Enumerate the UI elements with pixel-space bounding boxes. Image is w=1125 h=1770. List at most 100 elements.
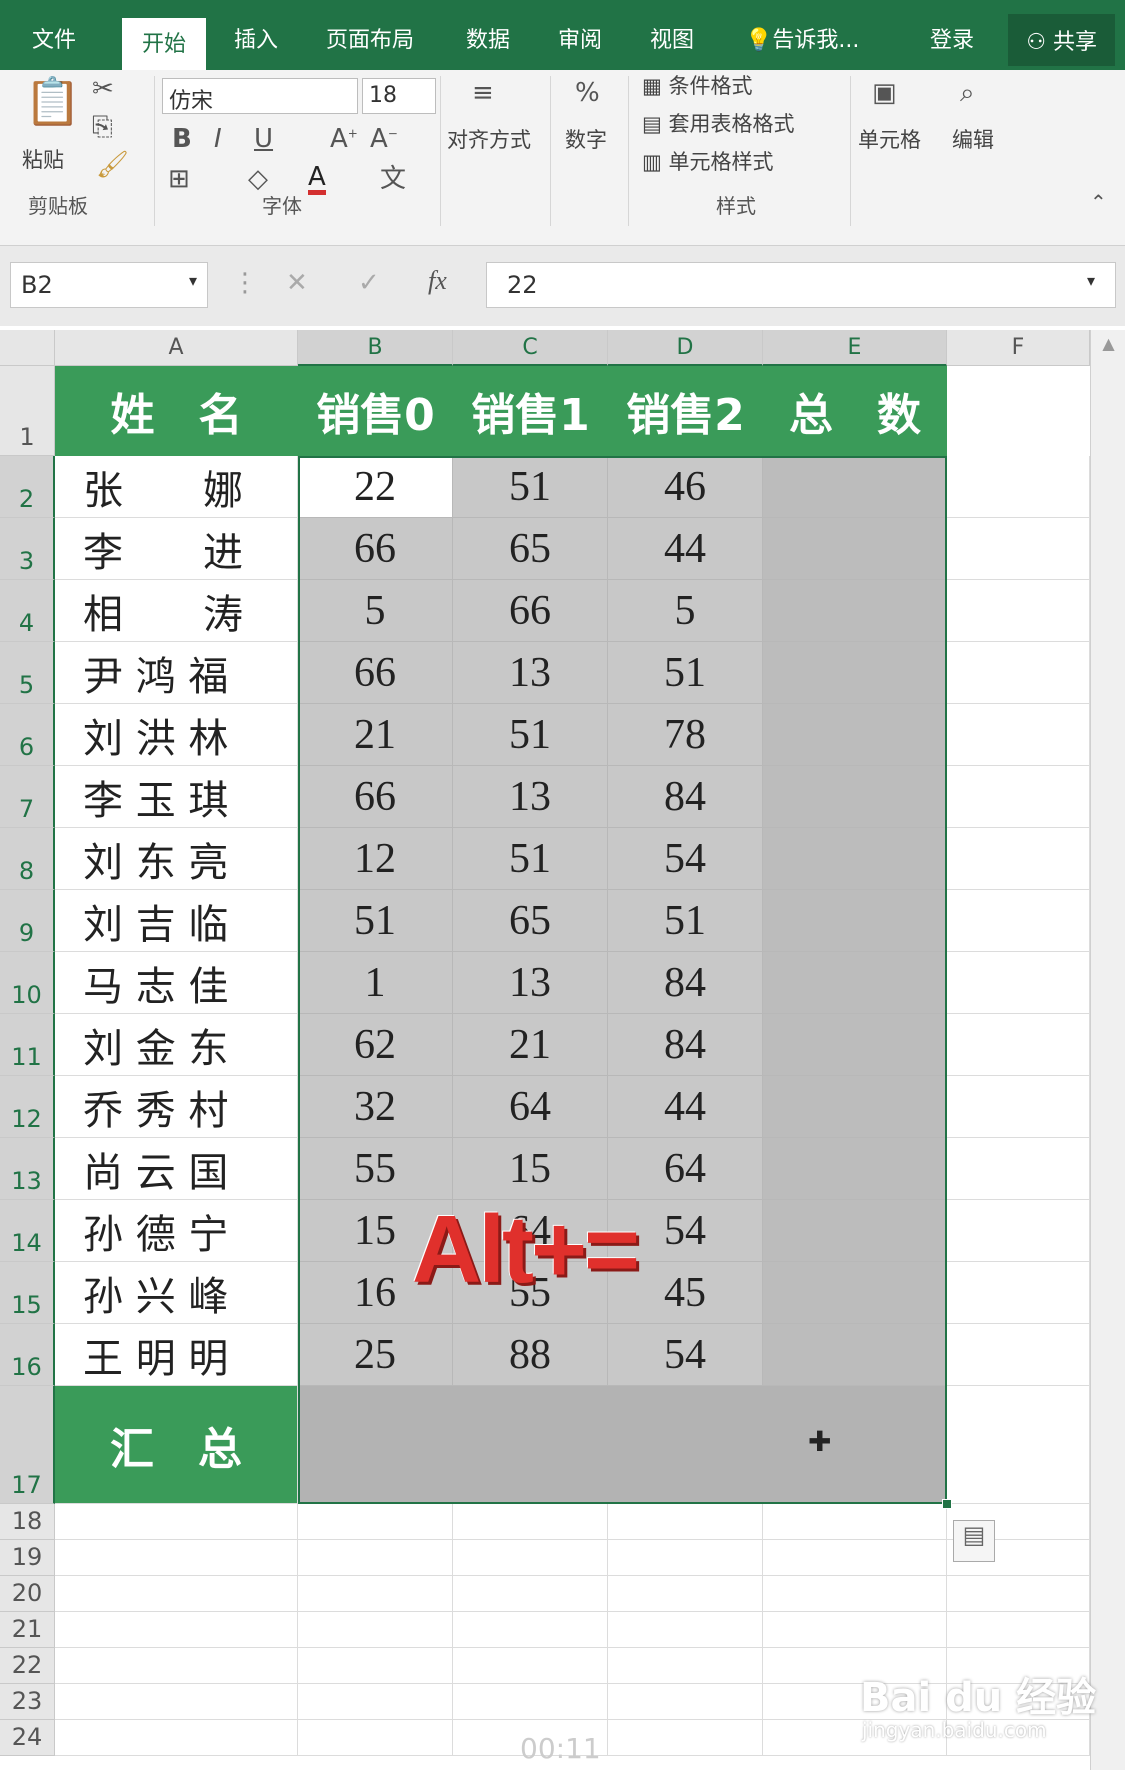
underline-icon[interactable]: U bbox=[254, 126, 273, 152]
sales-cell[interactable]: 5 bbox=[608, 580, 763, 642]
row-header[interactable]: 9 bbox=[0, 890, 55, 952]
phonetic-icon[interactable]: 文 bbox=[380, 166, 406, 192]
row-header[interactable]: 3 bbox=[0, 518, 55, 580]
sales-cell[interactable]: 13 bbox=[453, 766, 608, 828]
row-header[interactable]: 1 bbox=[0, 366, 55, 456]
tab-view[interactable]: 视图 bbox=[650, 22, 694, 54]
header-sales2[interactable]: 销售2 bbox=[608, 366, 763, 456]
empty-cell[interactable] bbox=[947, 890, 1090, 952]
total-cell[interactable] bbox=[763, 828, 947, 890]
empty-cell[interactable] bbox=[453, 1612, 608, 1648]
empty-cell[interactable] bbox=[55, 1576, 298, 1612]
column-header-b[interactable]: B bbox=[298, 330, 453, 366]
insert-function-icon[interactable]: fx bbox=[428, 268, 447, 294]
empty-cell[interactable] bbox=[298, 1612, 453, 1648]
name-cell[interactable]: 尹 鸿 福 bbox=[55, 642, 298, 704]
total-cell[interactable] bbox=[763, 1262, 947, 1324]
sales-cell[interactable]: 65 bbox=[453, 890, 608, 952]
row-header[interactable]: 7 bbox=[0, 766, 55, 828]
total-cell[interactable] bbox=[763, 1138, 947, 1200]
header-sales1[interactable]: 销售1 bbox=[453, 366, 608, 456]
empty-cell[interactable] bbox=[947, 518, 1090, 580]
sales-cell[interactable]: 66 bbox=[298, 766, 453, 828]
row-header[interactable]: 2 bbox=[0, 456, 55, 518]
collapse-ribbon-icon[interactable]: ⌃ bbox=[1090, 192, 1107, 212]
empty-cell[interactable] bbox=[947, 1612, 1090, 1648]
row-header[interactable]: 5 bbox=[0, 642, 55, 704]
sales-cell[interactable]: 44 bbox=[608, 518, 763, 580]
row-header[interactable]: 13 bbox=[0, 1138, 55, 1200]
sales-cell[interactable]: 15 bbox=[453, 1138, 608, 1200]
sales-cell[interactable]: 65 bbox=[453, 518, 608, 580]
empty-cell[interactable] bbox=[608, 1576, 763, 1612]
format-as-table-button[interactable]: ▤ 套用表格格式 bbox=[642, 108, 795, 138]
fill-handle[interactable] bbox=[942, 1499, 952, 1509]
header-sales0[interactable]: 销售0 bbox=[298, 366, 453, 456]
tab-page-layout[interactable]: 页面布局 bbox=[326, 22, 414, 54]
name-cell[interactable]: 李 玉 琪 bbox=[55, 766, 298, 828]
sales-cell[interactable]: 54 bbox=[608, 828, 763, 890]
empty-cell[interactable] bbox=[947, 1014, 1090, 1076]
font-color-icon[interactable]: A bbox=[308, 164, 326, 195]
tab-insert[interactable]: 插入 bbox=[234, 22, 278, 54]
empty-cell[interactable] bbox=[55, 1720, 298, 1756]
row-header[interactable]: 20 bbox=[0, 1576, 55, 1612]
empty-cell[interactable] bbox=[298, 1504, 453, 1540]
sales-cell[interactable]: 5 bbox=[298, 580, 453, 642]
paste-label[interactable]: 粘贴 bbox=[22, 144, 64, 174]
column-header-d[interactable]: D bbox=[608, 330, 763, 366]
empty-cell[interactable] bbox=[947, 1138, 1090, 1200]
empty-cell[interactable] bbox=[608, 1612, 763, 1648]
row-header[interactable]: 22 bbox=[0, 1648, 55, 1684]
name-cell[interactable]: 李 进 bbox=[55, 518, 298, 580]
name-box[interactable]: B2 ▾ bbox=[10, 262, 208, 308]
sales-cell[interactable]: 51 bbox=[608, 642, 763, 704]
sales-cell[interactable]: 12 bbox=[298, 828, 453, 890]
row-header[interactable]: 21 bbox=[0, 1612, 55, 1648]
empty-cell[interactable] bbox=[453, 1540, 608, 1576]
column-header-a[interactable]: A bbox=[55, 330, 298, 366]
sales-cell[interactable]: 21 bbox=[453, 1014, 608, 1076]
empty-cell[interactable] bbox=[298, 1684, 453, 1720]
sales-cell[interactable]: 64 bbox=[608, 1138, 763, 1200]
sales-cell[interactable]: 78 bbox=[608, 704, 763, 766]
select-all-corner[interactable] bbox=[0, 330, 55, 366]
name-cell[interactable]: 刘 金 东 bbox=[55, 1014, 298, 1076]
total-cell[interactable] bbox=[763, 1076, 947, 1138]
empty-cell[interactable] bbox=[608, 1540, 763, 1576]
sales-cell[interactable]: 62 bbox=[298, 1014, 453, 1076]
empty-cell[interactable] bbox=[947, 1076, 1090, 1138]
empty-cell[interactable] bbox=[947, 952, 1090, 1014]
sales-cell[interactable]: 22 bbox=[298, 456, 453, 518]
paste-icon[interactable]: 📋 bbox=[24, 78, 81, 124]
empty-cell[interactable] bbox=[298, 1720, 453, 1756]
row-header[interactable]: 19 bbox=[0, 1540, 55, 1576]
sales-cell[interactable]: 1 bbox=[298, 952, 453, 1014]
empty-cell[interactable] bbox=[763, 1504, 947, 1540]
empty-cell[interactable] bbox=[453, 1576, 608, 1612]
empty-cell[interactable] bbox=[55, 1684, 298, 1720]
total-cell[interactable] bbox=[763, 1324, 947, 1386]
empty-cell[interactable] bbox=[763, 1540, 947, 1576]
column-header-e[interactable]: E bbox=[763, 330, 947, 366]
empty-cell[interactable] bbox=[453, 1504, 608, 1540]
name-cell[interactable]: 张 娜 bbox=[55, 456, 298, 518]
empty-cell[interactable] bbox=[947, 1386, 1090, 1504]
sales-cell[interactable]: 54 bbox=[608, 1324, 763, 1386]
header-total[interactable]: 总 数 bbox=[763, 366, 947, 456]
format-painter-icon[interactable]: 🖌 bbox=[96, 152, 129, 178]
tab-home[interactable]: 开始 bbox=[122, 18, 207, 72]
total-cell[interactable] bbox=[763, 1014, 947, 1076]
empty-cell[interactable] bbox=[947, 704, 1090, 766]
sales-cell[interactable]: 84 bbox=[608, 1014, 763, 1076]
total-cell[interactable] bbox=[763, 766, 947, 828]
name-cell[interactable]: 刘 东 亮 bbox=[55, 828, 298, 890]
empty-cell[interactable] bbox=[608, 1684, 763, 1720]
sales-cell[interactable]: 25 bbox=[298, 1324, 453, 1386]
total-cell[interactable] bbox=[763, 890, 947, 952]
summary-label[interactable]: 汇 总 bbox=[55, 1386, 298, 1504]
sales-cell[interactable]: 32 bbox=[298, 1076, 453, 1138]
empty-cell[interactable] bbox=[55, 1504, 298, 1540]
column-header-c[interactable]: C bbox=[453, 330, 608, 366]
scroll-up-icon[interactable]: ▲ bbox=[1091, 334, 1125, 353]
